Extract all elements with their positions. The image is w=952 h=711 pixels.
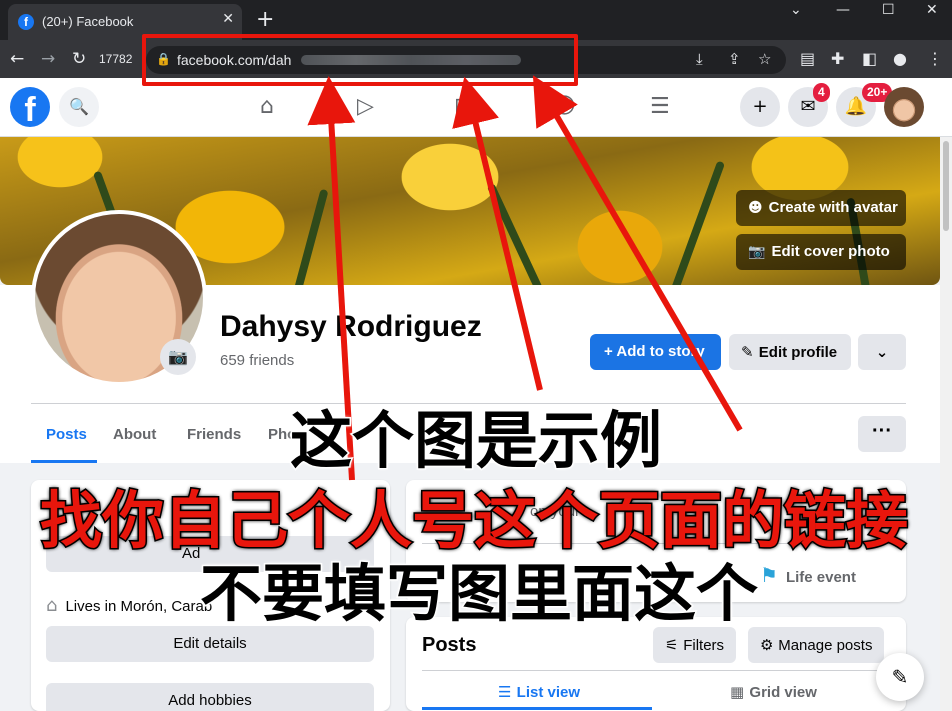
- reload-icon[interactable]: ↻: [72, 49, 86, 69]
- life-event-label: Life event: [785, 569, 856, 586]
- add-to-story-label: Add to story: [616, 343, 705, 360]
- reading-list-icon[interactable]: ▤: [800, 49, 815, 68]
- grid-view-tab[interactable]: ▦ Grid view: [730, 683, 817, 701]
- facebook-top-nav: f 🔍 ⌂ ▷ ⊞ ☺ ☰ + ✉ 4 🔔 20+: [0, 78, 952, 137]
- caption-line-1: 这个图是示例: [288, 403, 663, 479]
- back-icon[interactable]: ←: [10, 49, 24, 69]
- avatar-icon: ☻: [748, 200, 763, 216]
- friends-count[interactable]: 659 friends: [220, 352, 294, 369]
- tab-title: (20+) Facebook: [42, 14, 134, 29]
- groups-icon[interactable]: ☺: [553, 94, 576, 119]
- posts-card-title: Posts: [422, 634, 477, 656]
- home-icon: ⌂: [46, 595, 58, 616]
- plus-icon: +: [604, 343, 617, 360]
- filters-label: Filters: [683, 637, 725, 654]
- new-message-compose-icon[interactable]: ✎: [876, 653, 924, 701]
- lives-in-text: Lives in Morón, Carab: [65, 598, 213, 615]
- tab-search-icon[interactable]: ⌄: [790, 2, 802, 18]
- profile-name: Dahysy Rodriguez: [220, 310, 482, 343]
- flag-icon: ⚑: [760, 563, 778, 587]
- install-app-icon[interactable]: ⤓: [696, 50, 703, 68]
- filters-icon: ⚟: [665, 636, 684, 654]
- chrome-menu-icon[interactable]: ⋮: [927, 49, 943, 68]
- add-to-story-button[interactable]: + Add to story: [590, 334, 721, 370]
- edit-cover-photo-label: Edit cover photo: [771, 243, 890, 260]
- list-icon: ☰: [498, 683, 517, 701]
- facebook-favicon-icon: f: [18, 14, 34, 30]
- search-icon[interactable]: 🔍: [59, 87, 99, 127]
- lives-in-row: ⌂ Lives in Morón, Carab: [46, 595, 212, 616]
- marketplace-icon[interactable]: ⊞: [454, 94, 472, 119]
- create-with-avatar-label: Create with avatar: [768, 199, 898, 216]
- manage-posts-button[interactable]: ⚙ Manage posts: [748, 627, 885, 663]
- profile-icon[interactable]: ●: [893, 49, 907, 68]
- side-panel-icon[interactable]: ◧: [862, 49, 877, 68]
- extensions-puzzle-icon[interactable]: ✚: [831, 49, 844, 68]
- edit-profile-label: Edit profile: [758, 344, 838, 361]
- tab-counter: 17782: [99, 52, 133, 66]
- caption-line-3: 不要填写图里面这个: [198, 556, 759, 632]
- grid-icon: ▦: [730, 683, 750, 701]
- life-event-button[interactable]: ⚑ Life event: [760, 563, 856, 587]
- create-plus-icon[interactable]: +: [740, 87, 780, 127]
- page-scrollbar[interactable]: [940, 137, 952, 711]
- update-profile-picture-camera-icon[interactable]: 📷: [160, 339, 196, 375]
- gear-icon: ⚙: [760, 636, 779, 654]
- camera-icon: 📷: [748, 244, 766, 260]
- menu-icon[interactable]: ☰: [650, 94, 670, 119]
- posts-divider: [422, 670, 890, 671]
- edit-profile-button[interactable]: ✎ Edit profile: [729, 334, 851, 370]
- home-icon[interactable]: ⌂: [260, 94, 274, 119]
- tab-about[interactable]: About: [113, 426, 156, 443]
- bookmark-star-icon[interactable]: ☆: [758, 50, 771, 68]
- new-tab-icon[interactable]: +: [256, 7, 274, 32]
- facebook-logo-icon[interactable]: f: [10, 87, 50, 127]
- list-view-tab[interactable]: ☰ List view: [498, 683, 580, 701]
- list-view-indicator: [422, 707, 652, 710]
- list-view-label: List view: [516, 684, 581, 701]
- active-tab-indicator: [31, 460, 97, 463]
- url-highlight-box: [142, 34, 578, 86]
- tab-friends[interactable]: Friends: [187, 426, 241, 443]
- more-options-icon[interactable]: ···: [858, 416, 906, 452]
- account-avatar[interactable]: [884, 87, 924, 127]
- edit-cover-photo-button[interactable]: 📷 Edit cover photo: [736, 234, 906, 270]
- scrollbar-thumb[interactable]: [943, 141, 949, 231]
- tab-posts[interactable]: Posts: [46, 426, 87, 443]
- video-icon[interactable]: ▷: [357, 94, 374, 119]
- manage-posts-label: Manage posts: [778, 637, 873, 654]
- close-window-icon[interactable]: ✕: [926, 2, 938, 18]
- forward-icon[interactable]: →: [41, 49, 55, 69]
- pencil-icon: ✎: [741, 343, 759, 361]
- close-tab-icon[interactable]: ✕: [222, 10, 234, 27]
- create-with-avatar-button[interactable]: ☻ Create with avatar: [736, 190, 906, 226]
- messenger-badge: 4: [813, 83, 830, 102]
- grid-view-label: Grid view: [749, 684, 817, 701]
- share-icon[interactable]: ⇪: [728, 50, 741, 68]
- chevron-down-icon[interactable]: ⌄: [858, 334, 906, 370]
- add-hobbies-button[interactable]: Add hobbies: [46, 683, 374, 711]
- maximize-icon[interactable]: ☐: [882, 2, 895, 18]
- minimize-icon[interactable]: —: [836, 2, 850, 18]
